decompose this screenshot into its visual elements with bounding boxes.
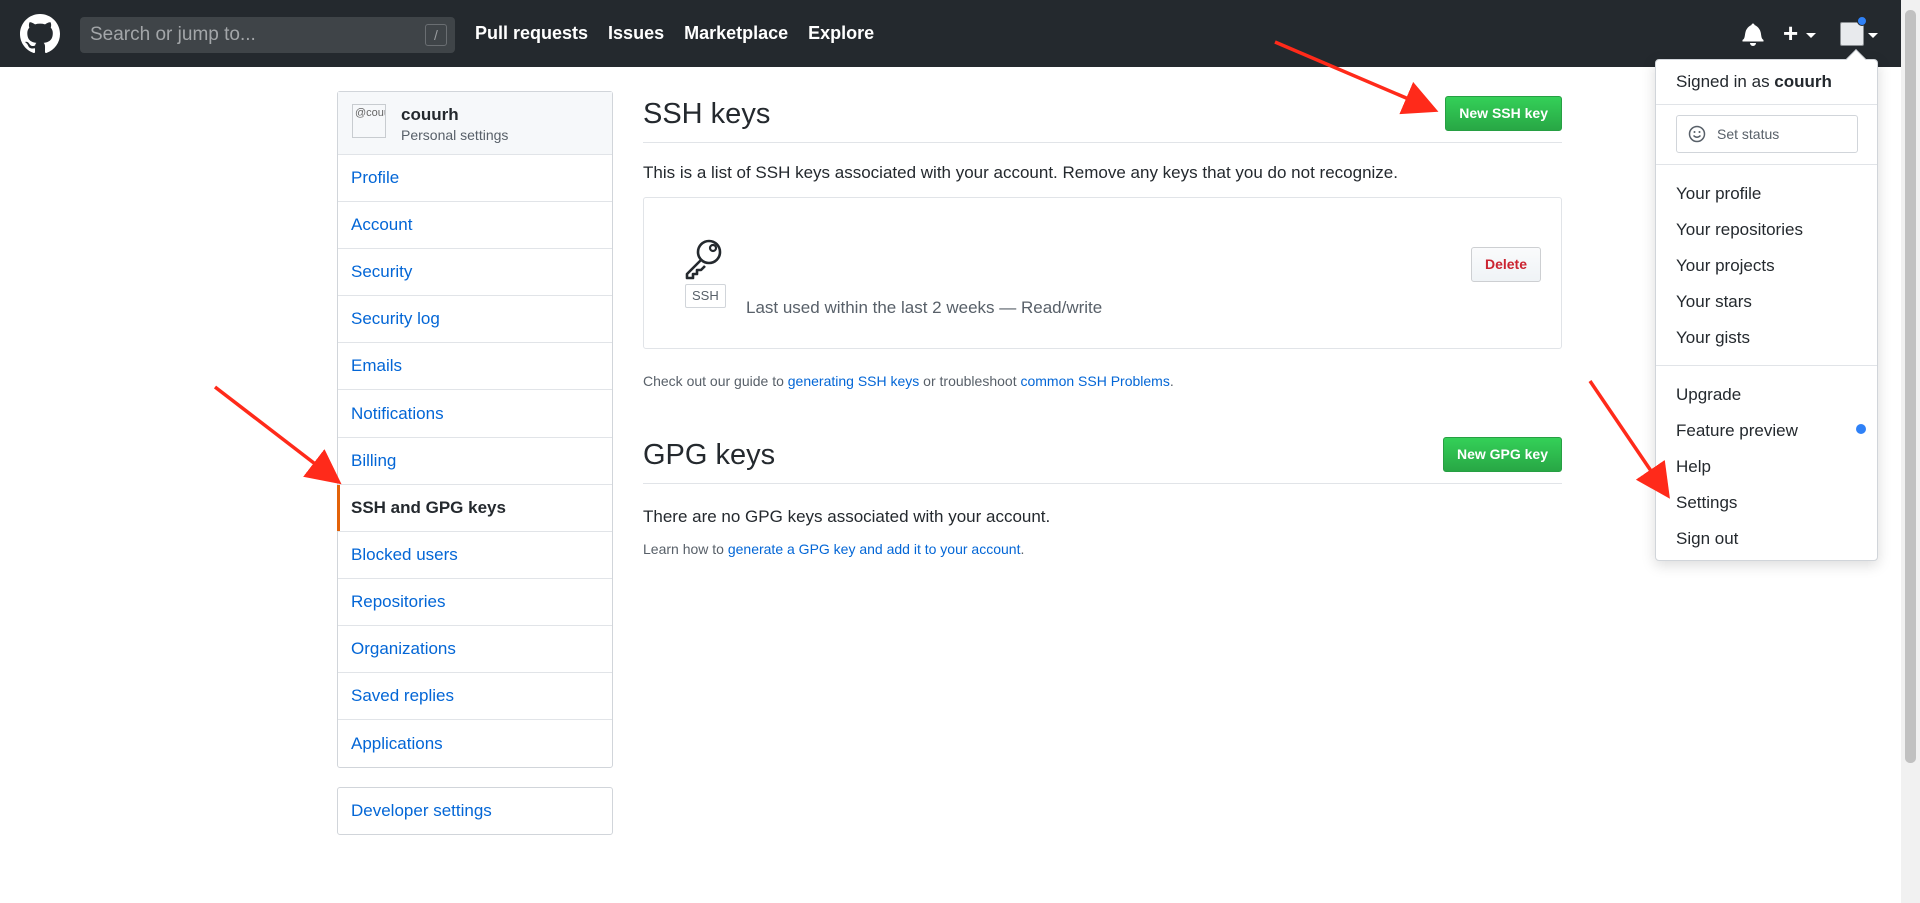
global-header: Search or jump to... / Pull requests Iss… [0,0,1901,67]
sidebar-item-security-log[interactable]: Security log [338,296,612,344]
new-gpg-key-button[interactable]: New GPG key [1442,437,1562,472]
set-status-label: Set status [1717,126,1780,142]
gpg-keys-header: GPG keys New GPG key [643,432,1562,484]
bell-icon[interactable] [1742,22,1764,46]
sidebar-item-emails[interactable]: Emails [338,343,612,391]
menu-help[interactable]: Help [1676,457,1711,477]
search-shortcut-key: / [425,24,447,46]
sidebar-item-account[interactable]: Account [338,202,612,250]
dropdown-divider [1656,164,1877,165]
create-caret-icon [1806,33,1816,38]
dropdown-divider [1656,365,1877,366]
sidebar-item-organizations[interactable]: Organizations [338,626,612,674]
avatar: @couurh [352,104,386,138]
sidebar-header: @couurh couurh Personal settings [338,92,612,155]
menu-your-stars[interactable]: Your stars [1676,292,1752,312]
search-input[interactable]: Search or jump to... / [80,17,455,53]
sidebar-item-security[interactable]: Security [338,249,612,297]
global-nav: Pull requests Issues Marketplace Explore [475,0,874,67]
sidebar-item-repositories[interactable]: Repositories [338,579,612,626]
gpg-keys-title: GPG keys [643,439,776,471]
generate-gpg-key-link[interactable]: generate a GPG key and add it to your ac… [728,541,1021,557]
menu-upgrade[interactable]: Upgrade [1676,385,1741,405]
ssh-key-last-used: Last used within the last 2 weeks — Read… [746,298,1103,317]
set-status-button[interactable]: Set status [1676,115,1858,153]
create-new-button[interactable]: + [1783,19,1798,47]
github-octocat-icon[interactable] [20,14,60,54]
smiley-icon [1688,125,1706,143]
delete-ssh-key-button[interactable]: Delete [1470,247,1541,282]
nav-issues[interactable]: Issues [608,23,664,44]
scrollbar-thumb[interactable] [1905,10,1916,763]
sidebar-item-saved-replies[interactable]: Saved replies [338,673,612,721]
key-icon [685,239,722,280]
nav-marketplace[interactable]: Marketplace [684,23,788,44]
search-placeholder: Search or jump to... [90,24,256,45]
ssh-key-item: SSH Last used within the last 2 weeks — … [643,197,1562,349]
page-scrollbar[interactable] [1901,0,1920,903]
generating-ssh-keys-link[interactable]: generating SSH keys [788,373,920,389]
ssh-guide-text: Check out our guide to generating SSH ke… [643,373,1562,389]
developer-settings-box: Developer settings [337,787,613,835]
sidebar-item-applications[interactable]: Applications [338,720,612,767]
avatar-caret-icon [1868,33,1878,38]
sidebar-item-ssh-gpg-keys[interactable]: SSH and GPG keys [337,484,612,532]
user-dropdown-menu: Signed in as couurh Set status Your prof… [1655,49,1878,561]
signed-in-as: Signed in as couurh [1676,72,1832,92]
sidebar-item-blocked-users[interactable]: Blocked users [338,532,612,579]
learn-prefix: Learn how to [643,541,728,557]
new-ssh-key-button[interactable]: New SSH key [1445,96,1562,131]
ssh-keys-title: SSH keys [643,98,771,130]
settings-sidebar: @couurh couurh Personal settings Profile… [337,91,613,769]
sidebar-item-billing[interactable]: Billing [338,438,612,485]
menu-your-gists[interactable]: Your gists [1676,328,1750,348]
learn-suffix: . [1020,541,1025,557]
sidebar-item-developer-settings[interactable]: Developer settings [338,788,612,834]
menu-sign-out[interactable]: Sign out [1676,529,1738,549]
ssh-keys-header: SSH keys New SSH key [643,91,1562,143]
guide-suffix: . [1169,373,1174,389]
menu-your-profile[interactable]: Your profile [1676,184,1761,204]
nav-pull-requests[interactable]: Pull requests [475,23,588,44]
common-ssh-problems-link[interactable]: common SSH Problems [1020,373,1169,389]
ssh-intro-text: This is a list of SSH keys associated wi… [643,163,1398,182]
guide-middle: or troubleshoot [919,373,1021,389]
sidebar-item-notifications[interactable]: Notifications [338,390,612,438]
notification-dot-icon [1857,16,1867,26]
annotation-arrow-ssh-gpg-keys [213,385,342,485]
menu-feature-preview[interactable]: Feature preview [1676,421,1798,441]
main-content: SSH keys New SSH key This is a list of S… [643,91,1562,557]
signed-in-prefix: Signed in as [1676,72,1775,91]
guide-prefix: Check out our guide to [643,373,788,389]
feature-preview-dot-icon [1856,424,1866,434]
gpg-empty-text: There are no GPG keys associated with yo… [643,507,1051,526]
menu-your-projects[interactable]: Your projects [1676,256,1775,276]
sidebar-item-profile[interactable]: Profile [338,155,612,203]
signed-in-username: couurh [1774,72,1832,91]
nav-explore[interactable]: Explore [808,23,874,44]
sidebar-username[interactable]: couurh [401,105,459,125]
menu-settings[interactable]: Settings [1676,493,1737,513]
menu-your-repositories[interactable]: Your repositories [1676,220,1803,240]
sidebar-subtitle: Personal settings [401,127,509,143]
gpg-section: GPG keys New GPG key There are no GPG ke… [643,432,1562,557]
ssh-type-badge: SSH [685,284,726,308]
gpg-learn-text: Learn how to generate a GPG key and add … [643,541,1562,557]
dropdown-divider [1656,104,1877,105]
